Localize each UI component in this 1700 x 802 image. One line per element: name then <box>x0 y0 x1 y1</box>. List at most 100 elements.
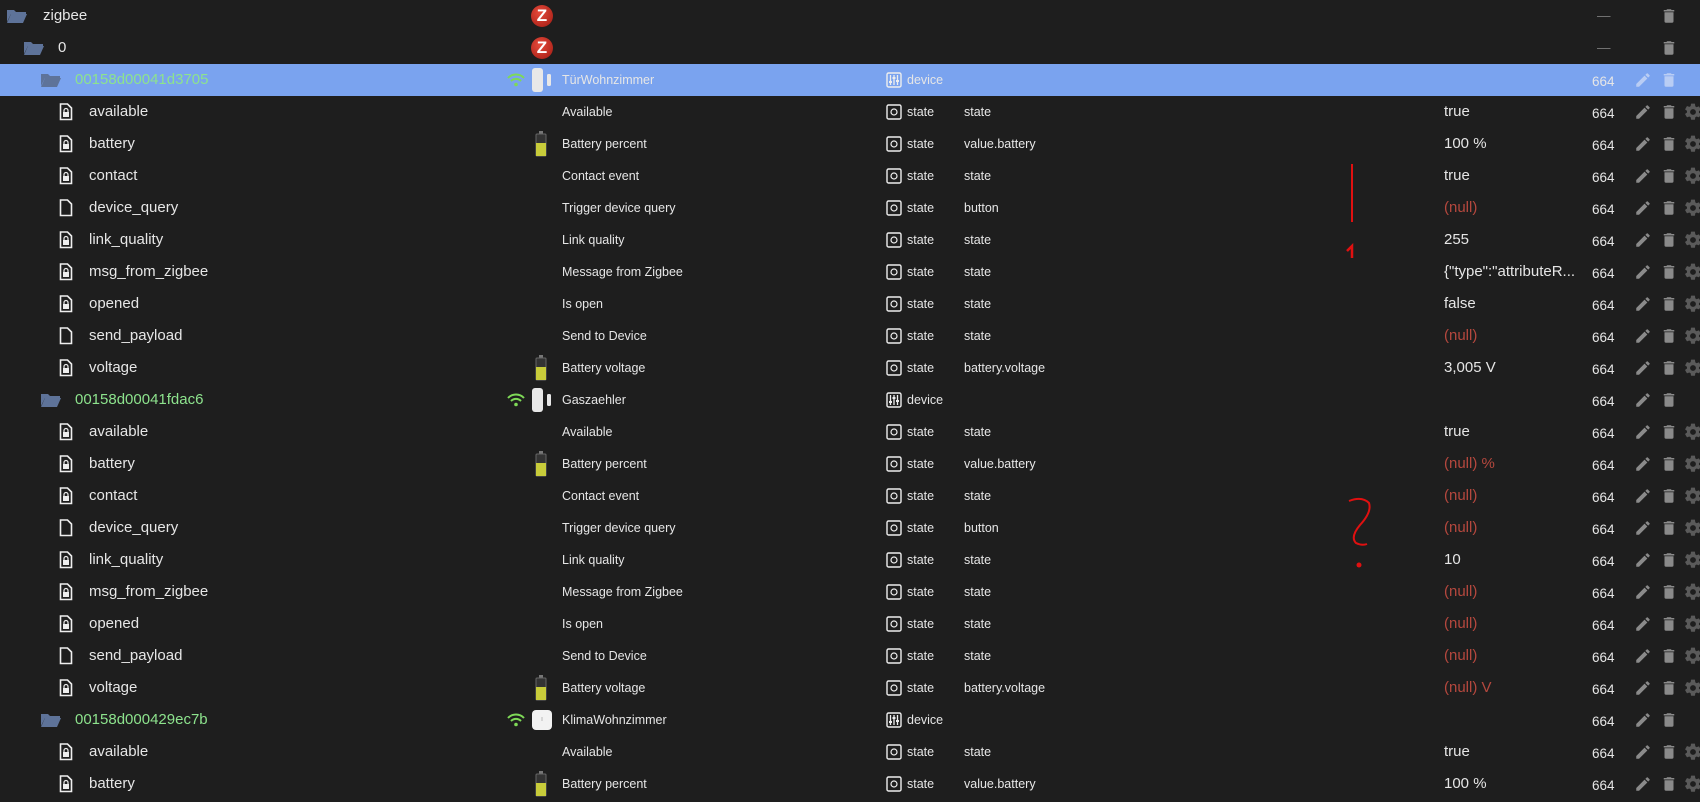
edit-icon[interactable] <box>1632 512 1654 544</box>
object-value[interactable]: (null) <box>1444 512 1477 544</box>
object-value[interactable]: 100 % <box>1444 768 1487 800</box>
delete-icon[interactable] <box>1658 672 1680 704</box>
edit-icon[interactable] <box>1632 192 1654 224</box>
edit-icon[interactable] <box>1632 608 1654 640</box>
edit-icon[interactable] <box>1632 768 1654 800</box>
object-value[interactable]: 3,005 V <box>1444 352 1496 384</box>
state-row[interactable]: available Available state state true 664 <box>0 736 1700 768</box>
delete-icon[interactable] <box>1658 320 1680 352</box>
settings-icon[interactable] <box>1682 128 1700 160</box>
delete-icon[interactable] <box>1658 64 1680 96</box>
folder-row[interactable]: zigbee Z — <box>0 0 1700 32</box>
delete-icon[interactable] <box>1658 224 1680 256</box>
delete-icon[interactable] <box>1658 544 1680 576</box>
settings-icon[interactable] <box>1682 192 1700 224</box>
edit-icon[interactable] <box>1632 672 1654 704</box>
settings-icon[interactable] <box>1682 736 1700 768</box>
device-row[interactable]: 00158d00041d3705 TürWohnzimmer device 664 <box>0 64 1700 96</box>
delete-icon[interactable] <box>1658 256 1680 288</box>
state-row[interactable]: opened Is open state state false 664 <box>0 288 1700 320</box>
edit-icon[interactable] <box>1632 224 1654 256</box>
edit-icon[interactable] <box>1632 320 1654 352</box>
settings-icon[interactable] <box>1682 256 1700 288</box>
edit-icon[interactable] <box>1632 736 1654 768</box>
state-row[interactable]: available Available state state true 664 <box>0 96 1700 128</box>
state-row[interactable]: contact Contact event state state true 664 <box>0 160 1700 192</box>
state-row[interactable]: msg_from_zigbee Message from Zigbee state s… <box>0 576 1700 608</box>
edit-icon[interactable] <box>1632 480 1654 512</box>
object-value[interactable]: (null) <box>1444 640 1477 672</box>
settings-icon[interactable] <box>1682 288 1700 320</box>
edit-icon[interactable] <box>1632 448 1654 480</box>
delete-icon[interactable] <box>1658 416 1680 448</box>
settings-icon[interactable] <box>1682 640 1700 672</box>
state-row[interactable]: available Available state state true 664 <box>0 416 1700 448</box>
state-row[interactable]: battery Battery percent state value.battery… <box>0 768 1700 800</box>
settings-icon[interactable] <box>1682 96 1700 128</box>
delete-icon[interactable] <box>1658 128 1680 160</box>
object-value[interactable]: true <box>1444 96 1470 128</box>
delete-icon[interactable] <box>1658 640 1680 672</box>
state-row[interactable]: send_payload Send to Device state state (nul… <box>0 320 1700 352</box>
delete-icon[interactable] <box>1658 576 1680 608</box>
state-row[interactable]: voltage Battery voltage state battery.volta… <box>0 672 1700 704</box>
edit-icon[interactable] <box>1632 160 1654 192</box>
edit-icon[interactable] <box>1632 96 1654 128</box>
edit-icon[interactable] <box>1632 256 1654 288</box>
object-value[interactable]: {"type":"attributeR... <box>1444 256 1575 288</box>
delete-icon[interactable] <box>1658 0 1680 32</box>
delete-icon[interactable] <box>1658 288 1680 320</box>
object-value[interactable]: 255 <box>1444 224 1469 256</box>
object-value[interactable]: false <box>1444 288 1476 320</box>
folder-icon[interactable] <box>40 704 62 736</box>
delete-icon[interactable] <box>1658 512 1680 544</box>
settings-icon[interactable] <box>1682 352 1700 384</box>
settings-icon[interactable] <box>1682 768 1700 800</box>
state-row[interactable]: battery Battery percent state value.battery… <box>0 128 1700 160</box>
delete-icon[interactable] <box>1658 160 1680 192</box>
settings-icon[interactable] <box>1682 576 1700 608</box>
settings-icon[interactable] <box>1682 480 1700 512</box>
edit-icon[interactable] <box>1632 352 1654 384</box>
delete-icon[interactable] <box>1658 384 1680 416</box>
edit-icon[interactable] <box>1632 288 1654 320</box>
delete-icon[interactable] <box>1658 608 1680 640</box>
settings-icon[interactable] <box>1682 416 1700 448</box>
delete-icon[interactable] <box>1658 352 1680 384</box>
object-value[interactable]: (null) % <box>1444 448 1495 480</box>
delete-icon[interactable] <box>1658 704 1680 736</box>
folder-icon[interactable] <box>6 0 28 32</box>
state-row[interactable]: send_payload Send to Device state state (nul… <box>0 640 1700 672</box>
folder-icon[interactable] <box>40 384 62 416</box>
edit-icon[interactable] <box>1632 384 1654 416</box>
settings-icon[interactable] <box>1682 608 1700 640</box>
delete-icon[interactable] <box>1658 448 1680 480</box>
folder-icon[interactable] <box>40 64 62 96</box>
settings-icon[interactable] <box>1682 160 1700 192</box>
state-row[interactable]: link_quality Link quality state state 255 664 <box>0 224 1700 256</box>
edit-icon[interactable] <box>1632 128 1654 160</box>
object-value[interactable]: (null) <box>1444 608 1477 640</box>
device-row[interactable]: 00158d000429ec7b KlimaWohnzimmer device 664 <box>0 704 1700 736</box>
object-value[interactable]: true <box>1444 736 1470 768</box>
settings-icon[interactable] <box>1682 224 1700 256</box>
state-row[interactable]: voltage Battery voltage state battery.volta… <box>0 352 1700 384</box>
object-value[interactable]: 10 <box>1444 544 1461 576</box>
delete-icon[interactable] <box>1658 768 1680 800</box>
delete-icon[interactable] <box>1658 32 1680 64</box>
edit-icon[interactable] <box>1632 544 1654 576</box>
object-value[interactable]: (null) V <box>1444 672 1492 704</box>
settings-icon[interactable] <box>1682 544 1700 576</box>
delete-icon[interactable] <box>1658 192 1680 224</box>
settings-icon[interactable] <box>1682 512 1700 544</box>
settings-icon[interactable] <box>1682 320 1700 352</box>
edit-icon[interactable] <box>1632 416 1654 448</box>
delete-icon[interactable] <box>1658 480 1680 512</box>
device-row[interactable]: 00158d00041fdac6 Gaszaehler device 664 <box>0 384 1700 416</box>
object-value[interactable]: (null) <box>1444 576 1477 608</box>
object-value[interactable]: (null) <box>1444 192 1477 224</box>
state-row[interactable]: device_query Trigger device query state but… <box>0 192 1700 224</box>
state-row[interactable]: link_quality Link quality state state 10 664 <box>0 544 1700 576</box>
folder-icon[interactable] <box>23 32 45 64</box>
edit-icon[interactable] <box>1632 64 1654 96</box>
